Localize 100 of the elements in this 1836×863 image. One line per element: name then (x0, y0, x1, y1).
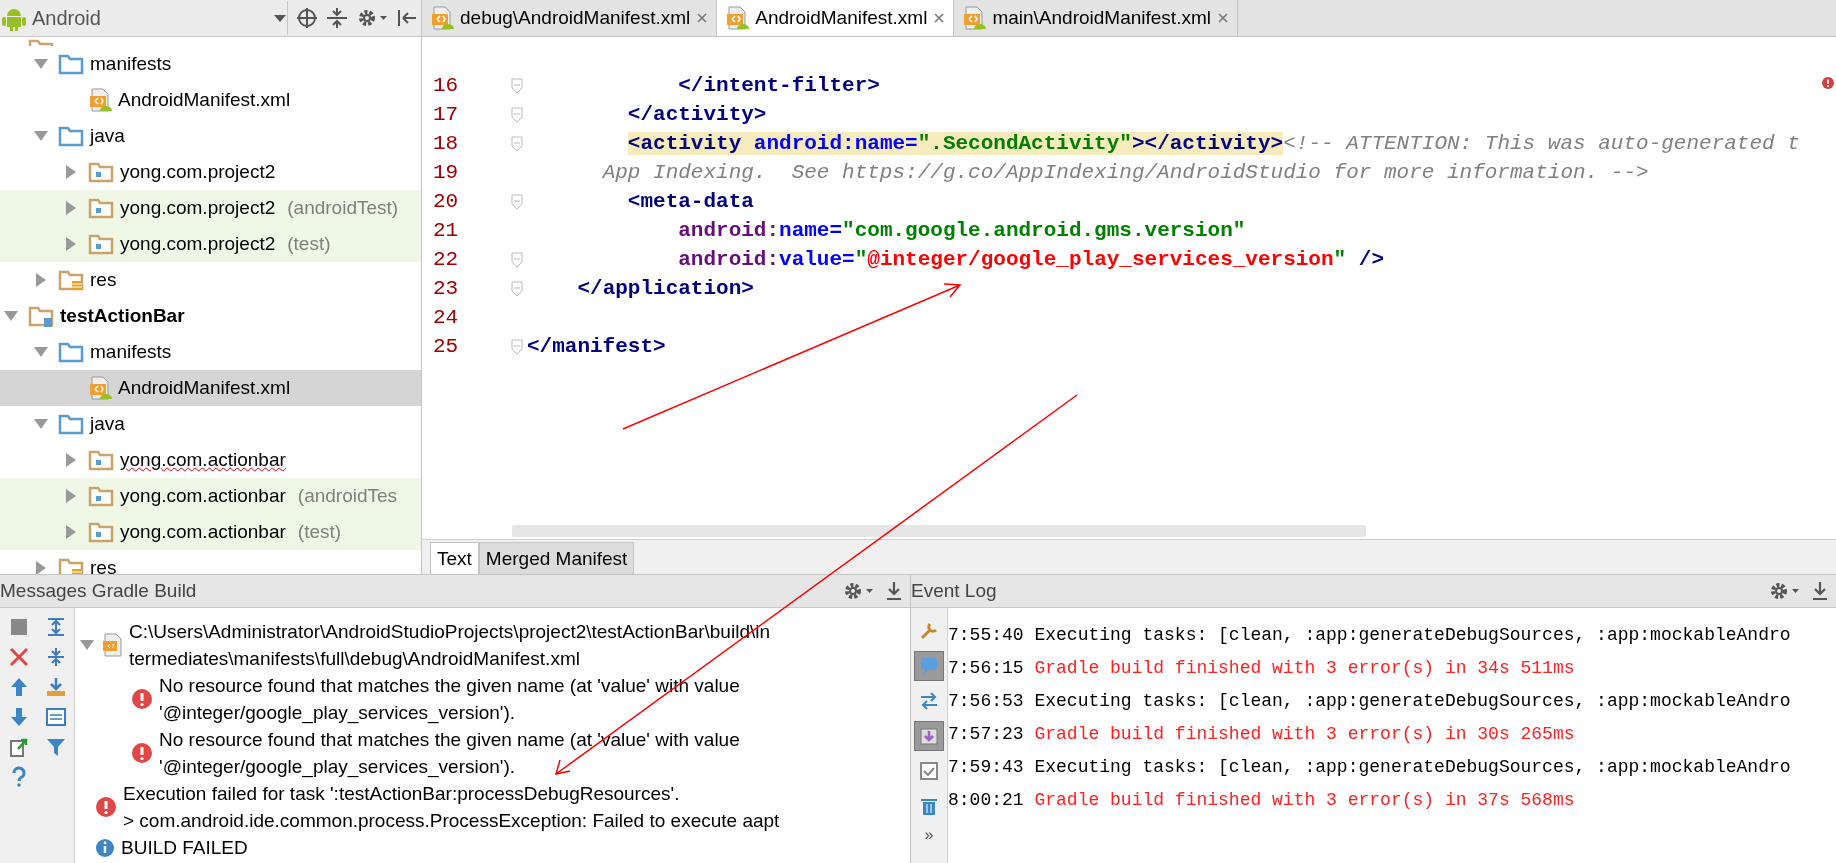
panel-title: Messages Gradle Build (0, 580, 197, 602)
code-line: <meta-data (626, 190, 754, 213)
expand-arrow-icon[interactable] (35, 560, 47, 574)
download-icon[interactable] (884, 580, 904, 602)
collapse-arrow-icon[interactable] (3, 310, 19, 322)
message-text: Execution failed for task ':testActionBar:processDebugResources'. > com.android.ide.common.process.ProcessException: Failed to execute aapt (123, 782, 780, 833)
fold-marker-icon[interactable] (511, 280, 523, 297)
manifest-file-icon (430, 6, 454, 30)
editor-tab[interactable]: AndroidManifest.xml (717, 0, 955, 36)
editor-bottom-tab[interactable]: Merged Manifest (478, 542, 635, 574)
more-button[interactable]: » (924, 826, 934, 844)
line-number: 20 (432, 190, 460, 213)
tree-item[interactable]: yong.com.project2 (0, 154, 421, 190)
fold-marker-icon[interactable] (511, 106, 523, 123)
code-line: </application> (576, 277, 754, 300)
log-time: 7:56:15 (948, 657, 1025, 678)
collapse-arrow-icon[interactable] (33, 130, 49, 142)
checkbox-icon[interactable] (918, 760, 940, 782)
settings-icon[interactable] (356, 7, 388, 29)
package-folder-icon (88, 485, 114, 507)
tree-item[interactable]: yong.com.actionbar (androidTes (0, 478, 421, 514)
line-number: 16 (432, 74, 460, 97)
tree-item[interactable]: java (0, 406, 421, 442)
tree-item[interactable]: yong.com.actionbar (0, 442, 421, 478)
tree-item[interactable]: testActionBar (0, 298, 421, 334)
line-number: 18 (432, 132, 460, 155)
code-line: </activity> (626, 103, 767, 126)
line-number: 25 (432, 335, 460, 358)
manifest-file-icon (88, 376, 112, 400)
import-icon[interactable] (918, 725, 940, 747)
package-folder-icon (88, 197, 114, 219)
close-icon[interactable] (7, 646, 30, 668)
collapse-arrow-icon[interactable] (33, 418, 49, 430)
hide-panel-icon[interactable] (396, 7, 418, 29)
code-line: </manifest> (527, 335, 666, 358)
tree-item[interactable]: yong.com.project2 (test) (0, 226, 421, 262)
expand-arrow-icon[interactable] (65, 488, 77, 504)
line-number: 24 (432, 306, 460, 329)
package-folder-icon (88, 521, 114, 543)
info-icon (95, 837, 115, 858)
collapse-arrow-icon[interactable] (79, 639, 95, 651)
fold-marker-icon[interactable] (511, 135, 523, 152)
target-icon[interactable] (296, 7, 318, 29)
fold-marker-icon[interactable] (511, 77, 523, 94)
filter-icon[interactable] (44, 736, 67, 758)
line-number: 22 (432, 248, 460, 271)
collapse-icon[interactable] (326, 7, 348, 29)
settings-icon[interactable] (842, 580, 874, 602)
tree-item[interactable]: yong.com.project2 (androidTest) (0, 190, 421, 226)
wrench-icon[interactable] (918, 620, 940, 642)
error-icon (131, 742, 153, 764)
expand-arrow-icon[interactable] (65, 452, 77, 468)
expand-arrow-icon[interactable] (35, 272, 47, 288)
tree-item[interactable]: manifests (0, 334, 421, 370)
expand-arrow-icon[interactable] (65, 236, 77, 252)
tree-item[interactable]: res (0, 262, 421, 298)
manifest-file-icon (88, 88, 112, 112)
log-time: 7:59:43 (948, 756, 1025, 777)
download-icon[interactable] (1810, 580, 1830, 602)
editor-bottom-tab[interactable]: Text (430, 542, 479, 574)
tree-item[interactable]: AndroidManifest.xml (0, 82, 421, 118)
expand-arrow-icon[interactable] (65, 524, 77, 540)
fold-marker-icon[interactable] (511, 338, 523, 355)
settings-icon[interactable] (1768, 580, 1800, 602)
folder-icon (58, 413, 84, 435)
panel-title: Event Log (911, 580, 997, 602)
panel-icon[interactable] (44, 706, 67, 728)
swap-arrows-icon[interactable] (918, 690, 940, 712)
export-icon[interactable] (7, 736, 30, 758)
tree-item[interactable]: java (0, 118, 421, 154)
horizontal-scrollbar[interactable] (512, 525, 1366, 537)
code-line: <activity android:name=".SecondActivity"></activity><!-- ATTENTION: This was auto-generated t (626, 132, 1800, 155)
log-message: Executing tasks: [clean, :app:generateDebugSources, :app:mockableAndro (1034, 624, 1791, 645)
message-text: BUILD FAILED (121, 836, 248, 860)
expand-arrow-icon[interactable] (65, 164, 77, 180)
error-icon (95, 796, 117, 818)
folder-icon (58, 125, 84, 147)
manifest-file-icon (725, 6, 750, 30)
fold-marker-icon[interactable] (511, 193, 523, 210)
line-number: 21 (432, 219, 460, 242)
close-icon[interactable] (696, 12, 709, 24)
close-icon[interactable] (933, 12, 946, 24)
log-message: Gradle build finished with 3 error(s) in 30s 265ms (1034, 723, 1575, 744)
download-icon[interactable] (44, 676, 67, 698)
log-time: 7:57:23 (948, 723, 1025, 744)
close-icon[interactable] (1216, 12, 1229, 24)
module-folder-icon (28, 305, 54, 327)
log-message: Executing tasks: [clean, :app:generateDebugSources, :app:mockableAndro (1034, 756, 1791, 777)
collapse-arrow-icon[interactable] (33, 58, 49, 70)
line-number: 23 (432, 277, 460, 300)
line-number: 19 (432, 161, 460, 184)
log-message: Gradle build finished with 3 error(s) in 37s 568ms (1034, 789, 1575, 810)
log-time: 8:00:21 (948, 789, 1025, 810)
expand-arrow-icon[interactable] (65, 200, 77, 216)
fold-marker-icon[interactable] (511, 251, 523, 268)
tree-item[interactable]: yong.com.actionbar (test) (0, 514, 421, 550)
tree-item[interactable]: manifests (0, 46, 421, 82)
manifest-file-icon (962, 6, 987, 30)
collapse-arrow-icon[interactable] (33, 346, 49, 358)
tree-item[interactable]: AndroidManifest.xml (0, 370, 421, 406)
